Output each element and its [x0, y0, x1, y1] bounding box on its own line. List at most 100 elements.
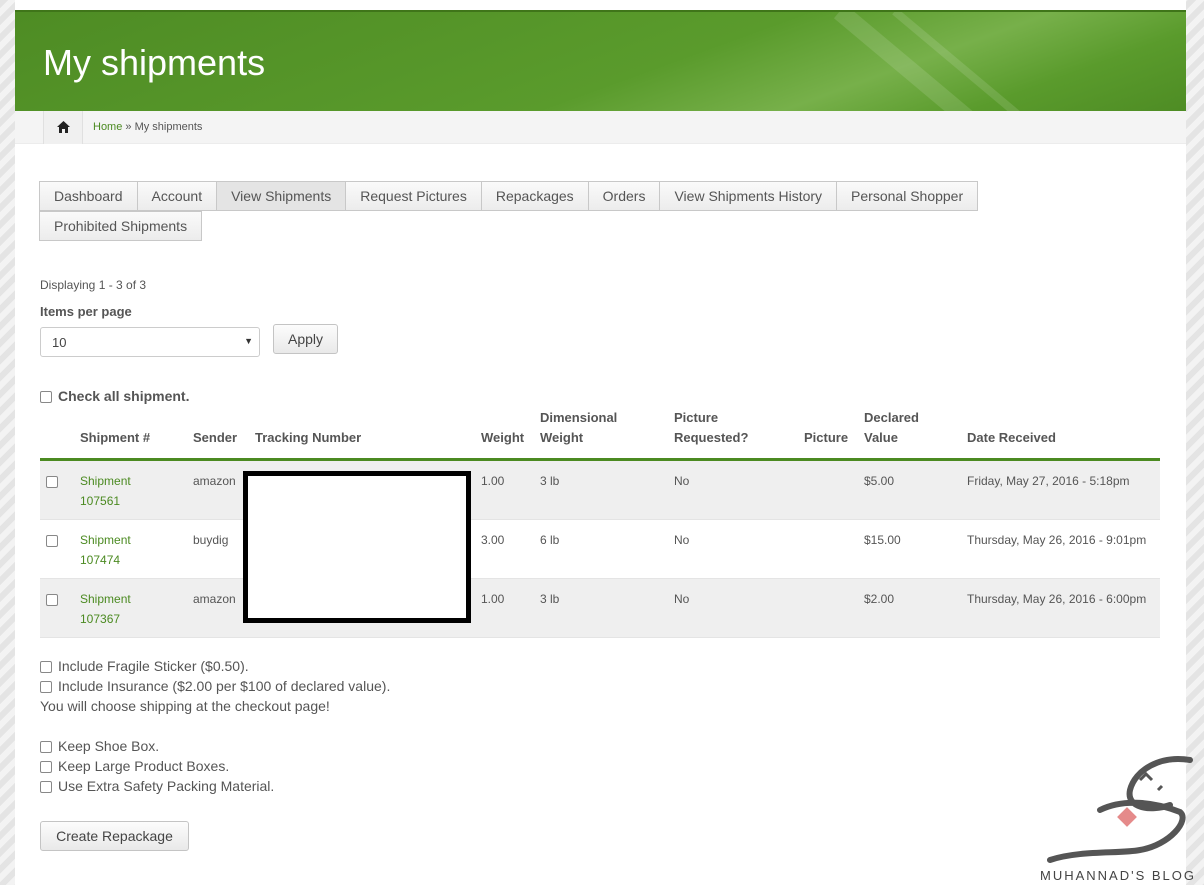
- row-select: [40, 459, 74, 520]
- check-all-label: Check all shipment.: [58, 388, 190, 404]
- items-per-page-select[interactable]: 10 ▼: [40, 327, 260, 357]
- shoe-box-checkbox[interactable]: [40, 741, 52, 754]
- items-per-page-label: Items per page: [40, 304, 132, 319]
- top-strip: [15, 0, 1186, 10]
- shipment-link[interactable]: Shipment 107367: [80, 592, 131, 626]
- shipping-note: You will choose shipping at the checkout…: [40, 698, 330, 714]
- option-fragile: Include Fragile Sticker ($0.50).: [40, 656, 390, 676]
- date-received-cell: Friday, May 27, 2016 - 5:18pm: [961, 459, 1160, 520]
- breadcrumb-home-link[interactable]: Home: [93, 121, 122, 133]
- weight-cell: 3.00: [475, 519, 534, 579]
- header-dim-weight: Dimensional Weight: [534, 408, 668, 461]
- table-row: Shipment 107367 amazon 1.00 3 lb No $2.00…: [40, 578, 1160, 638]
- insurance-label: Include Insurance ($2.00 per $100 of dec…: [58, 678, 391, 694]
- option-large-boxes: Keep Large Product Boxes.: [40, 756, 390, 776]
- header-select: [40, 408, 74, 461]
- breadcrumb-current: My shipments: [134, 121, 203, 133]
- declared-value-cell: $2.00: [858, 578, 961, 638]
- option-insurance: Include Insurance ($2.00 per $100 of dec…: [40, 676, 390, 696]
- shoe-box-label: Keep Shoe Box.: [58, 738, 160, 754]
- tracking-redaction-box: [243, 471, 471, 623]
- chevron-down-icon: ▼: [244, 336, 253, 346]
- header-declared-value: Declared Value: [858, 408, 961, 461]
- page: My shipments Home » My shipments Dashboa…: [15, 0, 1186, 885]
- picture-requested-cell: No: [668, 578, 798, 638]
- check-all-checkbox[interactable]: [40, 391, 52, 404]
- shipment-cell: Shipment 107561: [74, 459, 187, 520]
- items-per-page-value: 10: [52, 334, 67, 350]
- header-shipment: Shipment #: [74, 408, 187, 461]
- header-shine: [892, 12, 1066, 111]
- picture-requested-cell: No: [668, 459, 798, 520]
- row-checkbox[interactable]: [46, 593, 58, 606]
- tab-dashboard[interactable]: Dashboard: [39, 181, 138, 211]
- apply-button[interactable]: Apply: [273, 324, 338, 354]
- fragile-label: Include Fragile Sticker ($0.50).: [58, 658, 249, 674]
- watermark-logo: MUHANNAD'S BLOG: [1040, 750, 1204, 885]
- picture-cell: [798, 459, 858, 520]
- picture-requested-cell: No: [668, 519, 798, 579]
- date-received-cell: Thursday, May 26, 2016 - 6:00pm: [961, 578, 1160, 638]
- tab-repackages[interactable]: Repackages: [480, 181, 589, 211]
- dim-weight-cell: 6 lb: [534, 519, 668, 579]
- tab-bar: Dashboard Account View Shipments Request…: [39, 181, 999, 241]
- packing-options: Include Fragile Sticker ($0.50). Include…: [40, 656, 390, 796]
- breadcrumb-separator: »: [122, 121, 135, 133]
- watermark-text: MUHANNAD'S BLOG: [1040, 868, 1197, 883]
- option-shoe-box: Keep Shoe Box.: [40, 736, 390, 756]
- table-row: Shipment 107561 amazon 1.00 3 lb No $5.00…: [40, 459, 1160, 520]
- table-row: Shipment 107474 buydig 3.00 6 lb No $15.0…: [40, 519, 1160, 579]
- header-weight: Weight: [475, 408, 534, 461]
- shipment-link[interactable]: Shipment 107474: [80, 533, 131, 567]
- weight-cell: 1.00: [475, 578, 534, 638]
- header-date-received: Date Received: [961, 408, 1160, 461]
- shipment-cell: Shipment 107367: [74, 578, 187, 638]
- shipment-cell: Shipment 107474: [74, 519, 187, 579]
- tab-prohibited-shipments[interactable]: Prohibited Shipments: [39, 211, 203, 241]
- tab-orders[interactable]: Orders: [587, 181, 661, 211]
- row-select: [40, 519, 74, 579]
- sender-cell: buydig: [187, 519, 249, 579]
- shipment-link[interactable]: Shipment 107561: [80, 474, 131, 508]
- insurance-checkbox[interactable]: [40, 681, 52, 694]
- dim-weight-cell: 3 lb: [534, 459, 668, 520]
- row-checkbox[interactable]: [46, 475, 58, 488]
- tab-account[interactable]: Account: [136, 181, 218, 211]
- extra-safety-checkbox[interactable]: [40, 781, 52, 794]
- breadcrumb: Home » My shipments: [15, 110, 1186, 144]
- calligraphy-logo-icon: [1047, 756, 1193, 863]
- tab-request-pictures[interactable]: Request Pictures: [345, 181, 482, 211]
- picture-cell: [798, 578, 858, 638]
- header-sender: Sender: [187, 408, 249, 461]
- page-title: My shipments: [43, 42, 266, 83]
- declared-value-cell: $15.00: [858, 519, 961, 579]
- fragile-checkbox[interactable]: [40, 661, 52, 674]
- large-boxes-label: Keep Large Product Boxes.: [58, 758, 230, 774]
- row-checkbox[interactable]: [46, 534, 58, 547]
- home-icon: [56, 121, 70, 133]
- header-picture: Picture: [798, 408, 858, 461]
- picture-cell: [798, 519, 858, 579]
- check-all: Check all shipment.: [40, 388, 189, 404]
- date-received-cell: Thursday, May 26, 2016 - 9:01pm: [961, 519, 1160, 579]
- large-boxes-checkbox[interactable]: [40, 761, 52, 774]
- sender-cell: amazon: [187, 459, 249, 520]
- row-select: [40, 578, 74, 638]
- header-shine: [833, 12, 1015, 111]
- breadcrumb-trail: Home » My shipments: [93, 121, 202, 133]
- tab-personal-shopper[interactable]: Personal Shopper: [836, 181, 979, 211]
- page-header: My shipments: [15, 10, 1186, 111]
- shipments-table: Shipment # Sender Tracking Number Weight…: [40, 408, 1160, 638]
- table-header-row: Shipment # Sender Tracking Number Weight…: [40, 408, 1160, 461]
- home-button[interactable]: [43, 110, 83, 144]
- declared-value-cell: $5.00: [858, 459, 961, 520]
- displaying-count: Displaying 1 - 3 of 3: [40, 278, 147, 292]
- weight-cell: 1.00: [475, 459, 534, 520]
- dim-weight-cell: 3 lb: [534, 578, 668, 638]
- tab-view-shipments[interactable]: View Shipments: [216, 181, 347, 211]
- header-tracking: Tracking Number: [249, 408, 475, 461]
- tab-view-shipments-history[interactable]: View Shipments History: [659, 181, 838, 211]
- create-repackage-button[interactable]: Create Repackage: [40, 821, 189, 851]
- extra-safety-label: Use Extra Safety Packing Material.: [58, 778, 275, 794]
- option-extra-safety: Use Extra Safety Packing Material.: [40, 776, 390, 796]
